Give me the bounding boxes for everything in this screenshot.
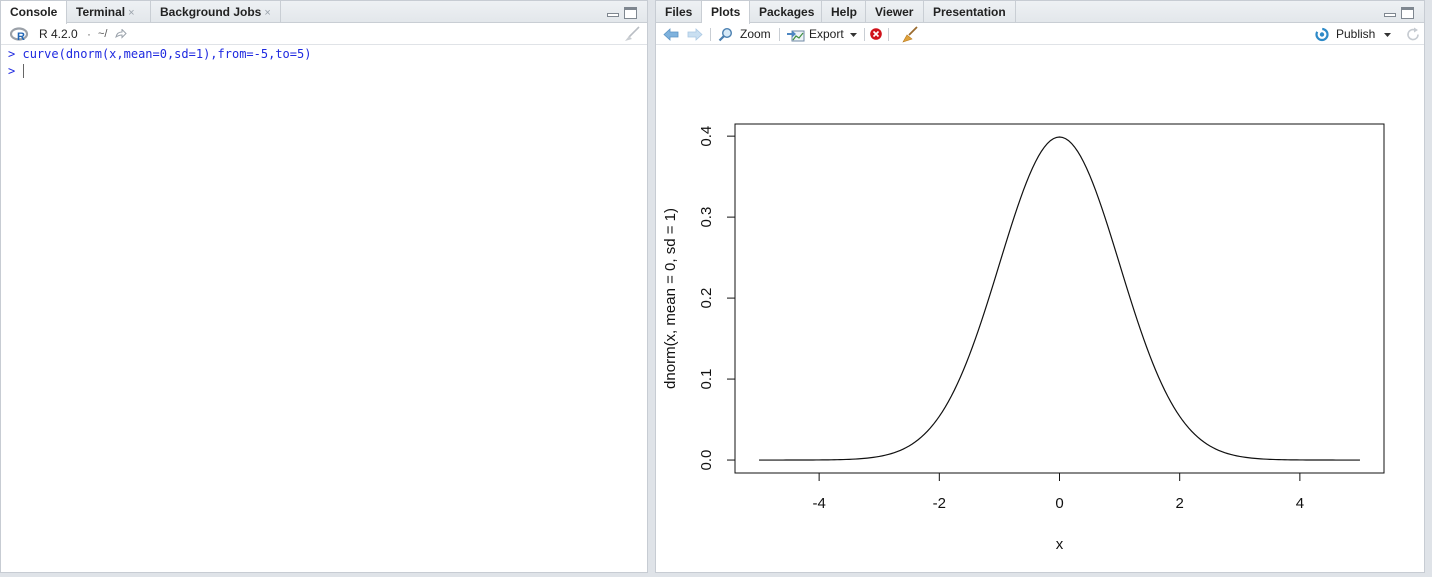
toolbar-divider xyxy=(710,28,711,41)
plot-area: -4 -2 0 2 4 0.0 0.1 0.2 0.3 0.4 x dnorm(x, mean = 0… xyxy=(662,123,1385,553)
tab-viewer-label: Viewer xyxy=(875,5,914,19)
tab-terminal-label: Terminal xyxy=(76,5,126,19)
maximize-icon[interactable] xyxy=(624,7,637,19)
density-curve xyxy=(759,136,1360,461)
y-tick-label: 0.3 xyxy=(698,207,715,228)
tab-console[interactable]: Console xyxy=(1,1,67,24)
export-button[interactable]: Export xyxy=(809,24,844,45)
r-logo-icon: R xyxy=(10,27,29,42)
r-version: R 4.2.0 xyxy=(39,27,78,41)
y-axis-label: dnorm(x, mean = 0, sd = 1) xyxy=(662,208,679,389)
console-command-line: > curve(dnorm(x,mean=0,sd=1),from=-5,to=… xyxy=(8,47,311,61)
console-prompt: > xyxy=(8,47,16,61)
console-toolbar: R R 4.2.0 · ~/ xyxy=(1,24,647,45)
plot-frame xyxy=(734,123,1385,474)
y-tick-label: 0.1 xyxy=(698,369,715,390)
x-tick-label: -2 xyxy=(933,495,946,512)
chevron-down-icon[interactable] xyxy=(1384,33,1391,38)
y-tick-label: 0.2 xyxy=(698,288,715,309)
zoom-button[interactable]: Zoom xyxy=(740,24,771,45)
clear-plots-icon[interactable] xyxy=(901,26,919,43)
toolbar-divider xyxy=(888,28,889,41)
console-input-prompt: > xyxy=(8,64,16,78)
x-tick-label: 2 xyxy=(1176,495,1184,512)
back-arrow-icon[interactable] xyxy=(663,28,679,41)
path-separator: · xyxy=(87,27,91,41)
minimize-icon[interactable] xyxy=(1384,13,1396,17)
tab-console-label: Console xyxy=(10,5,58,19)
tab-packages[interactable]: Packages xyxy=(750,1,822,23)
chevron-down-icon[interactable] xyxy=(850,33,857,38)
publish-button[interactable]: Publish xyxy=(1336,24,1375,45)
clear-console-icon[interactable] xyxy=(623,26,641,43)
close-icon[interactable]: × xyxy=(264,7,270,19)
toolbar-divider xyxy=(864,28,865,41)
publish-icon[interactable] xyxy=(1314,27,1330,42)
console-input-line[interactable]: > xyxy=(8,64,15,78)
tab-help[interactable]: Help xyxy=(822,1,866,23)
tab-files[interactable]: Files xyxy=(656,1,702,23)
console-pane: Console Terminal × Background Jobs × R R 4… xyxy=(0,0,648,573)
tab-viewer[interactable]: Viewer xyxy=(866,1,924,23)
toolbar-divider xyxy=(779,28,780,41)
working-directory[interactable]: ~/ xyxy=(98,24,107,45)
tab-background-jobs-label: Background Jobs xyxy=(160,5,262,19)
refresh-icon[interactable] xyxy=(1405,27,1421,42)
x-tick-label: 0 xyxy=(1055,495,1063,512)
zoom-icon[interactable] xyxy=(718,27,734,42)
y-tick-label: 0.0 xyxy=(698,450,715,471)
console-cursor xyxy=(23,64,24,78)
maximize-icon[interactable] xyxy=(1401,7,1414,19)
minimize-icon[interactable] xyxy=(607,13,619,17)
plots-pane: Files Plots Packages Help Viewer Present… xyxy=(655,0,1425,573)
delete-plot-icon[interactable] xyxy=(869,27,883,41)
y-tick-label: 0.4 xyxy=(698,126,715,147)
tab-files-label: Files xyxy=(665,5,693,19)
plots-toolbar: Zoom Export Publish xyxy=(656,24,1424,45)
svg-text:R: R xyxy=(17,31,25,42)
tab-presentation-label: Presentation xyxy=(933,5,1006,19)
close-icon[interactable]: × xyxy=(128,7,134,19)
tab-background-jobs[interactable]: Background Jobs × xyxy=(151,1,281,23)
x-axis-label: x xyxy=(1056,536,1064,553)
tab-presentation[interactable]: Presentation xyxy=(924,1,1016,23)
tab-plots-label: Plots xyxy=(711,5,741,19)
x-tick-label: 4 xyxy=(1296,495,1304,512)
forward-arrow-icon[interactable] xyxy=(687,28,703,41)
tab-plots[interactable]: Plots xyxy=(702,1,750,24)
tab-terminal[interactable]: Terminal × xyxy=(67,1,151,23)
go-to-directory-icon[interactable] xyxy=(115,29,127,40)
tab-packages-label: Packages xyxy=(759,5,815,19)
console-tabbar: Console Terminal × Background Jobs × xyxy=(1,1,647,24)
tab-help-label: Help xyxy=(831,5,858,19)
plots-tabbar: Files Plots Packages Help Viewer Present… xyxy=(656,1,1424,24)
export-icon[interactable] xyxy=(787,28,805,42)
console-command: curve(dnorm(x,mean=0,sd=1),from=-5,to=5) xyxy=(22,47,312,61)
x-tick-label: -4 xyxy=(812,495,825,512)
